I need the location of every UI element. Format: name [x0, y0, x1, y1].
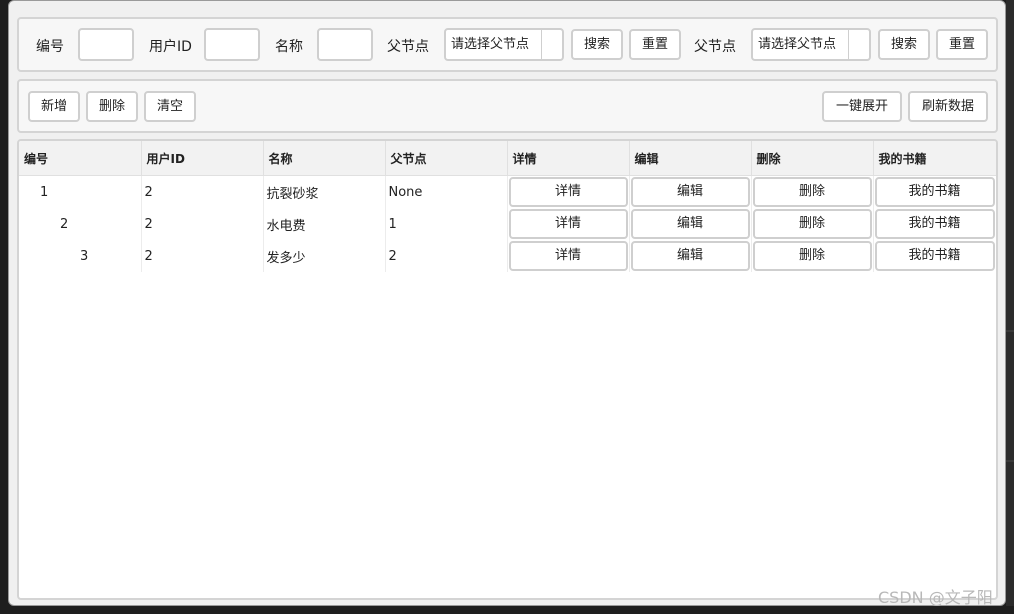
edit-button[interactable]: 编辑 [630, 177, 750, 207]
parent-select-placeholder: 请选择父节点 [451, 37, 530, 52]
column-header-name[interactable]: 名称 [263, 141, 386, 176]
cell-detail: 详情 [507, 208, 630, 240]
reset-button-2[interactable]: 重置 [936, 29, 988, 60]
name-input[interactable] [317, 28, 373, 61]
toolbar-panel: 新增 删除 清空 一键展开 刷新数据 [17, 79, 998, 133]
cell-name: 发多少 [263, 240, 386, 272]
my-books-button[interactable]: 我的书籍 [874, 209, 995, 239]
cell-id: 1 [19, 175, 142, 208]
cell-delete: 删除 [751, 175, 874, 208]
column-header-userid[interactable]: 用户ID [141, 141, 264, 176]
cell-parent: 2 [385, 240, 508, 272]
column-header-books[interactable]: 我的书籍 [873, 141, 996, 176]
cell-name: 水电费 [263, 208, 386, 240]
cell-userid: 2 [141, 175, 264, 208]
clear-button[interactable]: 清空 [144, 91, 196, 122]
column-header-edit[interactable]: 编辑 [629, 141, 752, 176]
column-header-detail[interactable]: 详情 [507, 141, 630, 176]
cell-name: 抗裂砂浆 [263, 175, 386, 208]
search-button-2[interactable]: 搜索 [878, 29, 930, 60]
background-window-edge [1006, 0, 1014, 614]
search-panel: 编号 用户ID 名称 父节点 请选择父节点 搜索 重置 父节点 请选择父节点 搜… [17, 17, 998, 72]
my-books-button[interactable]: 我的书籍 [874, 177, 995, 207]
edit-button[interactable]: 编辑 [630, 241, 750, 271]
table-row[interactable]: 3 2 发多少 2 详情 编辑 删除 我的书籍 [19, 240, 996, 272]
cell-id: 3 [19, 240, 142, 272]
data-table: 编号 用户ID 名称 父节点 详情 编辑 删除 我的书籍 1 2 抗裂砂浆 No… [19, 141, 996, 272]
background-desktop [0, 606, 1014, 614]
id-label: 编号 [36, 39, 64, 55]
refresh-data-button[interactable]: 刷新数据 [908, 91, 988, 122]
cell-detail: 详情 [507, 175, 630, 208]
watermark-text: CSDN @文子阳 [878, 588, 993, 607]
add-button[interactable]: 新增 [28, 91, 80, 122]
row-delete-button[interactable]: 删除 [752, 177, 872, 207]
table-header-row: 编号 用户ID 名称 父节点 详情 编辑 删除 我的书籍 [19, 141, 996, 176]
reset-button[interactable]: 重置 [629, 29, 681, 60]
row-delete-button[interactable]: 删除 [752, 209, 872, 239]
cell-parent: None [385, 175, 508, 208]
cell-detail: 详情 [507, 240, 630, 272]
app-window: 编号 用户ID 名称 父节点 请选择父节点 搜索 重置 父节点 请选择父节点 搜… [8, 0, 1006, 606]
column-header-parent[interactable]: 父节点 [385, 141, 508, 176]
cell-edit: 编辑 [629, 240, 752, 272]
dropdown-arrow-icon[interactable] [848, 30, 869, 59]
background-divider [1006, 330, 1014, 332]
detail-button[interactable]: 详情 [508, 241, 628, 271]
cell-id: 2 [19, 208, 142, 240]
edit-button[interactable]: 编辑 [630, 209, 750, 239]
cell-books: 我的书籍 [873, 240, 996, 272]
parent-select[interactable]: 请选择父节点 [444, 28, 564, 61]
userid-label: 用户ID [149, 39, 192, 55]
background-divider [1006, 460, 1014, 462]
table-row[interactable]: 2 2 水电费 1 详情 编辑 删除 我的书籍 [19, 208, 996, 240]
cell-userid: 2 [141, 208, 264, 240]
table-row[interactable]: 1 2 抗裂砂浆 None 详情 编辑 删除 我的书籍 [19, 175, 996, 208]
parent-label: 父节点 [387, 39, 429, 55]
delete-button[interactable]: 删除 [86, 91, 138, 122]
search-button[interactable]: 搜索 [571, 29, 623, 60]
parent-select-placeholder-2: 请选择父节点 [758, 37, 837, 52]
cell-delete: 删除 [751, 208, 874, 240]
row-delete-button[interactable]: 删除 [752, 241, 872, 271]
userid-input[interactable] [204, 28, 260, 61]
expand-all-button[interactable]: 一键展开 [822, 91, 902, 122]
detail-button[interactable]: 详情 [508, 177, 628, 207]
cell-books: 我的书籍 [873, 175, 996, 208]
column-header-delete[interactable]: 删除 [751, 141, 874, 176]
parent-select-2[interactable]: 请选择父节点 [751, 28, 871, 61]
cell-edit: 编辑 [629, 208, 752, 240]
cell-edit: 编辑 [629, 175, 752, 208]
cell-userid: 2 [141, 240, 264, 272]
id-input[interactable] [78, 28, 134, 61]
column-header-id[interactable]: 编号 [19, 141, 142, 176]
parent-label-2: 父节点 [694, 39, 736, 55]
my-books-button[interactable]: 我的书籍 [874, 241, 995, 271]
name-label: 名称 [275, 39, 303, 55]
cell-books: 我的书籍 [873, 208, 996, 240]
cell-parent: 1 [385, 208, 508, 240]
dropdown-arrow-icon[interactable] [541, 30, 562, 59]
cell-delete: 删除 [751, 240, 874, 272]
data-table-panel: 编号 用户ID 名称 父节点 详情 编辑 删除 我的书籍 1 2 抗裂砂浆 No… [17, 139, 998, 600]
detail-button[interactable]: 详情 [508, 209, 628, 239]
